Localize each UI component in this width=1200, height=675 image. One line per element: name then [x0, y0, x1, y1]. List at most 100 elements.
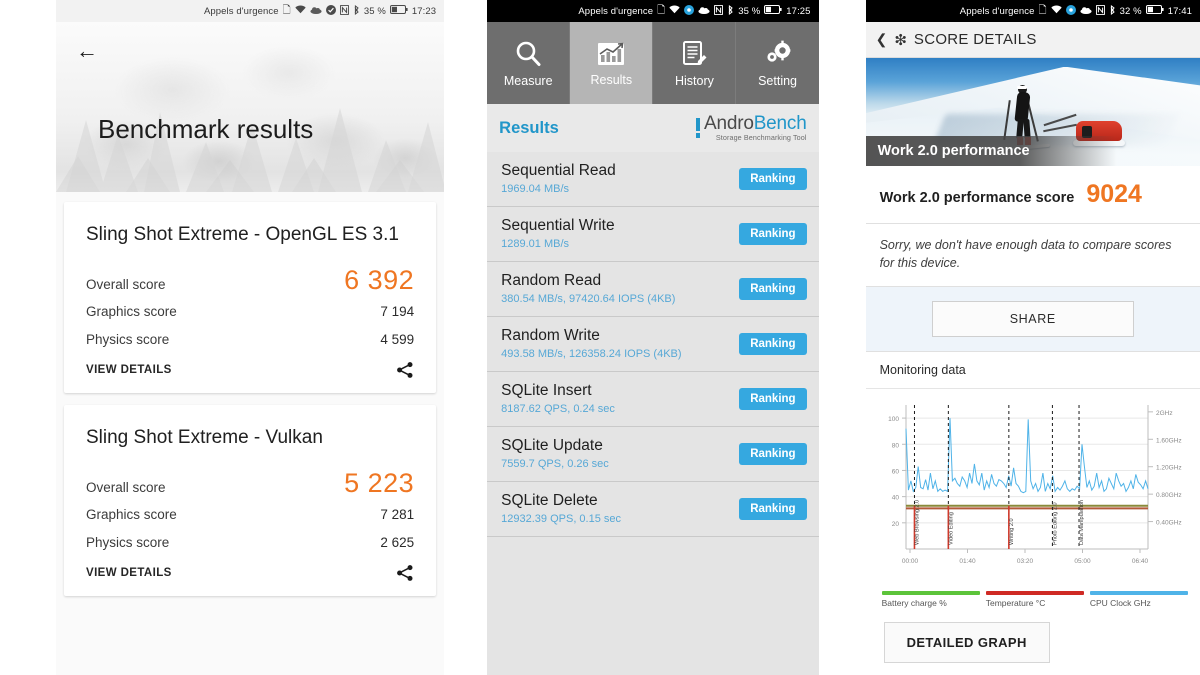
document-pencil-icon: [679, 39, 709, 69]
svg-text:60: 60: [891, 469, 899, 476]
benchmark-card-opengl[interactable]: Sling Shot Extreme - OpenGL ES 3.1 Overa…: [64, 202, 437, 394]
result-name: SQLite Delete: [501, 492, 598, 509]
back-arrow-icon[interactable]: ←: [76, 40, 98, 62]
monitoring-chart[interactable]: 20 40 60 80 100 0.40GHz 0.80GHz 1.20GHz 1.60GHz 2…: [866, 389, 1200, 587]
status-battery-percent: 35 %: [363, 5, 386, 17]
ranking-button[interactable]: Ranking: [739, 332, 807, 355]
share-icon[interactable]: [396, 564, 414, 582]
svg-text:05:00: 05:00: [1074, 558, 1091, 565]
legend-item-temperature: Temperature °C: [985, 591, 1084, 608]
graphics-score-row: Graphics score 7 194: [86, 304, 414, 319]
detailed-graph-button[interactable]: DETAILED GRAPH: [883, 622, 1050, 664]
screenshot-root: Appels d'urgence 🗋 35 % 17:23 ← Benchmar…: [0, 0, 1200, 675]
status-carrier: Appels d'urgence: [578, 5, 654, 17]
check-circle-icon: [325, 4, 336, 18]
list-item[interactable]: Sequential Write 1289.01 MB/s Ranking: [487, 207, 819, 262]
physics-score-value: 4 599: [380, 332, 415, 348]
chevron-left-icon[interactable]: ❮: [876, 31, 888, 48]
ranking-button[interactable]: Ranking: [739, 387, 807, 410]
bar-chart-icon: [596, 40, 626, 68]
graphics-score-label: Graphics score: [86, 507, 177, 523]
card-footer: VIEW DETAILS: [86, 361, 414, 379]
tab-label: History: [674, 73, 714, 88]
svg-text:40: 40: [891, 495, 899, 502]
svg-text:03:20: 03:20: [1016, 558, 1033, 565]
tab-label: Measure: [503, 73, 553, 88]
list-item[interactable]: Sequential Read 1969.04 MB/s Ranking: [487, 152, 819, 207]
list-item[interactable]: SQLite Delete 12932.39 QPS, 0.15 sec Rank…: [487, 482, 819, 537]
tab-results[interactable]: Results: [570, 22, 654, 104]
tab-label: Results: [590, 72, 633, 87]
list-item[interactable]: Random Write 493.58 MB/s, 126358.24 IOPS …: [487, 317, 819, 372]
gears-icon: [763, 39, 793, 69]
monitoring-chart-svg: 20 40 60 80 100 0.40GHz 0.80GHz 1.20GHz 1.60GHz 2…: [888, 405, 1182, 565]
card-title: Sling Shot Extreme - OpenGL ES 3.1: [86, 224, 399, 245]
result-value: 493.58 MB/s, 126358.24 IOPS (4KB): [501, 348, 682, 360]
status-battery-percent: 32 %: [1119, 5, 1142, 17]
share-section: SHARE: [865, 287, 1200, 353]
list-item[interactable]: SQLite Insert 8187.62 QPS, 0.24 sec Ranki…: [487, 372, 819, 427]
physics-score-label: Physics score: [86, 332, 170, 348]
overall-score-label: Overall score: [86, 480, 166, 496]
overall-score-value: 6 392: [344, 265, 415, 296]
svg-text:100: 100: [888, 416, 899, 423]
sim-icon: 🗋: [282, 5, 291, 16]
svg-text:Data Manipulation: Data Manipulation: [1079, 500, 1085, 545]
ranking-button[interactable]: Ranking: [739, 277, 807, 300]
score-details-header: ❮ ❇ SCORE DETAILS: [865, 22, 1200, 58]
cloud-icon: [310, 6, 322, 17]
tab-measure[interactable]: Measure: [487, 22, 571, 104]
share-icon[interactable]: [396, 361, 414, 379]
share-button[interactable]: SHARE: [931, 301, 1134, 338]
legend-item-battery: Battery charge %: [881, 591, 980, 609]
view-details-button[interactable]: VIEW DETAILS: [86, 567, 172, 579]
bluetooth-icon: [1109, 4, 1116, 18]
panel-pcmark: Appels d'urgence 🗋 32 % 17:41 ❮ ❇ SCORE …: [865, 0, 1200, 675]
card-title: Sling Shot Extreme - Vulkan: [86, 427, 323, 449]
tab-history[interactable]: History: [653, 22, 737, 104]
view-details-button[interactable]: VIEW DETAILS: [86, 364, 172, 376]
svg-text:1.20GHz: 1.20GHz: [1156, 465, 1182, 472]
chart-legend: Battery charge % Temperature °C CPU Cloc…: [866, 587, 1200, 608]
sim-icon: 🗋: [1038, 5, 1047, 16]
result-value: 1289.01 MB/s: [501, 238, 570, 250]
list-item[interactable]: SQLite Update 7559.7 QPS, 0.26 sec Rankin…: [487, 427, 819, 482]
legend-swatch: [881, 591, 980, 596]
tab-label: Setting: [758, 73, 797, 88]
section-title: Results: [499, 118, 559, 137]
result-name: SQLite Insert: [501, 382, 592, 399]
location-icon: [1065, 4, 1076, 18]
overall-score-row: Overall score 5 223: [86, 468, 414, 499]
svg-text:00:00: 00:00: [901, 558, 918, 565]
wifi-icon: [1050, 5, 1062, 17]
status-bar-androbench: Appels d'urgence 🗋 35 % 17:25: [487, 0, 819, 22]
tab-setting[interactable]: Setting: [736, 22, 818, 104]
nfc-icon: [714, 4, 724, 18]
magnifier-icon: [513, 39, 543, 69]
ranking-button[interactable]: Ranking: [739, 442, 807, 465]
snowflake-icon: ❇: [894, 31, 907, 49]
benchmark-card-list: Sling Shot Extreme - OpenGL ES 3.1 Overa…: [56, 192, 445, 675]
svg-text:0.40GHz: 0.40GHz: [1156, 520, 1182, 527]
ranking-button[interactable]: Ranking: [739, 222, 807, 245]
status-bar-pcmark: Appels d'urgence 🗋 32 % 17:41: [865, 0, 1200, 22]
svg-text:0.80GHz: 0.80GHz: [1156, 492, 1182, 499]
physics-score-row: Physics score 2 625: [86, 535, 414, 550]
legend-label: CPU Clock GHz: [1089, 598, 1151, 609]
status-time: 17:23: [411, 5, 437, 17]
list-item[interactable]: Random Read 380.54 MB/s, 97420.64 IOPS (4…: [487, 262, 819, 317]
sim-icon: 🗋: [657, 5, 666, 16]
page-title: SCORE DETAILS: [913, 31, 1037, 48]
ranking-button[interactable]: Ranking: [739, 167, 807, 190]
graphics-score-value: 7 194: [380, 304, 415, 320]
legend-item-cpuclock: CPU Clock GHz: [1089, 591, 1188, 609]
result-value: 380.54 MB/s, 97420.64 IOPS (4KB): [501, 293, 676, 305]
legend-label: Battery charge %: [881, 598, 947, 609]
score-value: 9024: [1086, 180, 1142, 208]
svg-text:80: 80: [891, 443, 899, 450]
hero-caption-ribbon: Work 2.0 performance: [865, 136, 1200, 166]
ranking-button[interactable]: Ranking: [739, 497, 807, 520]
status-time: 17:25: [786, 5, 811, 17]
results-header: Results AndroBench Storage Benchmarking …: [487, 104, 819, 152]
benchmark-card-vulkan[interactable]: Sling Shot Extreme - Vulkan Overall scor…: [64, 405, 437, 597]
